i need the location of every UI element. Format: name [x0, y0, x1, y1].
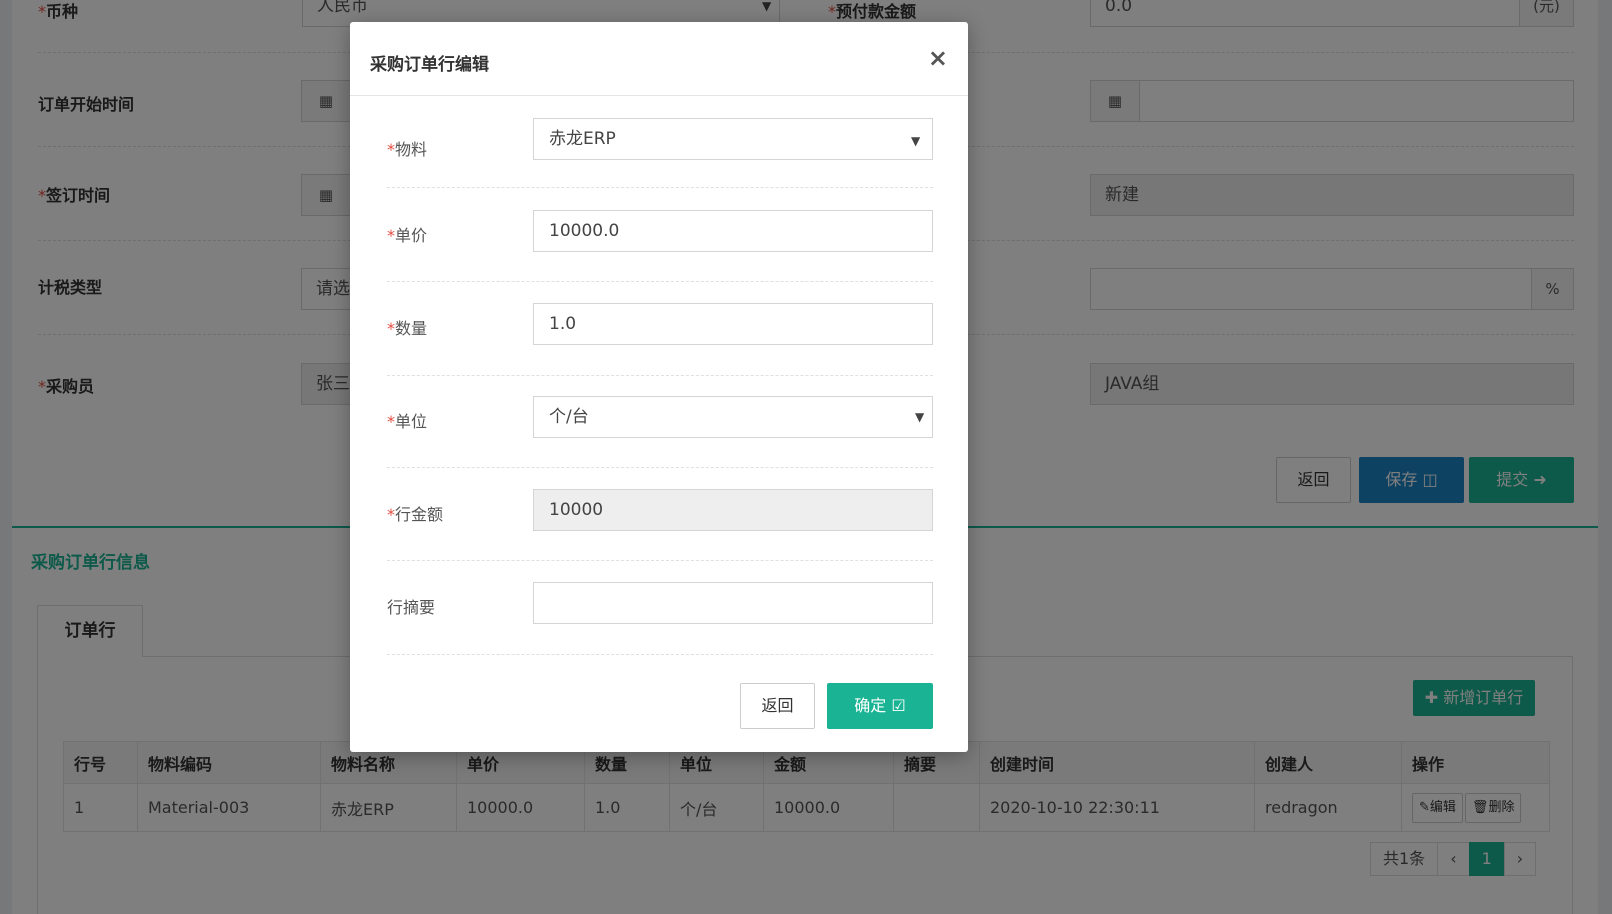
modal-row-price: *单价 10000.0: [387, 188, 933, 282]
modal-row-unit: *单位 个/台 ▼: [387, 376, 933, 468]
modal-title: 采购订单行编辑: [370, 55, 489, 75]
chevron-down-icon: ▼: [911, 134, 921, 148]
close-icon[interactable]: ×: [928, 44, 948, 72]
unit-label: 单位: [395, 412, 428, 431]
unit-select[interactable]: 个/台: [533, 396, 933, 438]
order-line-edit-dialog: 采购订单行编辑 × *物料 赤龙ERP ▼ *单价 10000.0 *数量 1.…: [350, 22, 968, 752]
modal-row-summary: 行摘要: [387, 561, 933, 655]
modal-row-amount: *行金额 10000: [387, 468, 933, 561]
summary-input[interactable]: [533, 582, 933, 624]
modal-back-button[interactable]: 返回: [740, 683, 815, 729]
modal-confirm-button[interactable]: 确定 ☑: [827, 683, 933, 729]
modal-row-material: *物料 赤龙ERP ▼: [387, 96, 933, 188]
summary-label: 行摘要: [387, 598, 436, 617]
chevron-down-icon: ▼: [915, 410, 925, 424]
amount-field: 10000: [533, 489, 933, 531]
amount-label: 行金额: [395, 505, 444, 524]
quantity-label: 数量: [395, 319, 428, 338]
material-label: 物料: [395, 140, 428, 159]
material-select[interactable]: 赤龙ERP: [533, 118, 933, 160]
modal-row-quantity: *数量 1.0: [387, 282, 933, 376]
price-label: 单价: [395, 226, 428, 245]
quantity-input[interactable]: 1.0: [533, 303, 933, 345]
price-input[interactable]: 10000.0: [533, 210, 933, 252]
check-square-icon: ☑: [891, 696, 906, 715]
modal-header: 采购订单行编辑 ×: [350, 22, 968, 96]
